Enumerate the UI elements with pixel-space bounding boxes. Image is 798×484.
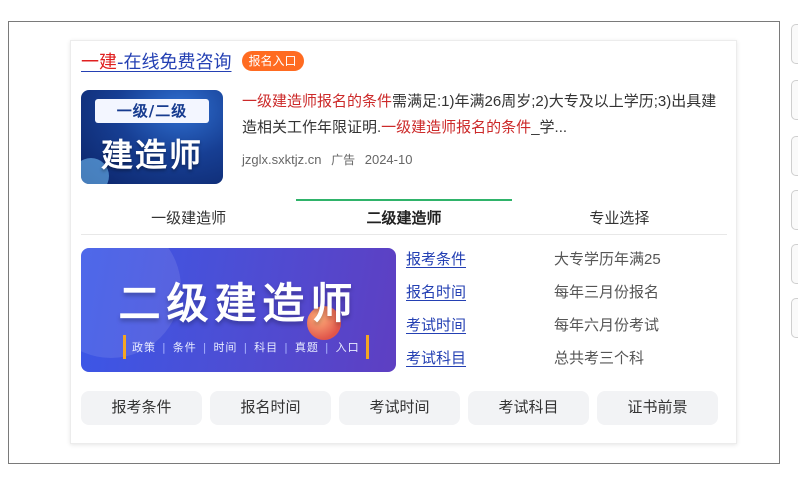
registration-time-button[interactable]: 报名时间 xyxy=(210,391,331,425)
conditions-button[interactable]: 报考条件 xyxy=(81,391,202,425)
banner-tag: 时间 xyxy=(213,341,238,354)
quick-button-row: 报考条件 报名时间 考试时间 考试科目 证书前景 xyxy=(81,391,718,425)
banner-tag: 入口 xyxy=(335,341,360,354)
desc-text-tail: _学... xyxy=(531,119,568,136)
banner-tag: 科目 xyxy=(254,341,279,354)
desc-keyword: 一级建造师报名的条件 xyxy=(242,93,393,110)
desc-keyword: 一级建造师报名的条件 xyxy=(381,119,532,136)
info-link-registration-time[interactable]: 报名时间 xyxy=(406,284,466,301)
info-link-conditions[interactable]: 报考条件 xyxy=(406,251,466,268)
exam-time-button[interactable]: 考试时间 xyxy=(339,391,460,425)
banner-headline: 二级建造师 xyxy=(118,279,359,328)
info-link-exam-time[interactable]: 考试时间 xyxy=(406,317,466,334)
ad-title-row: 一建-在线免费咨询 报名入口 xyxy=(81,48,304,74)
thumbnail-title-text: 建造师 xyxy=(100,136,203,174)
side-tab[interactable] xyxy=(791,244,798,284)
info-value: 每年六月份考试 xyxy=(554,317,660,334)
ad-thumbnail-image[interactable]: 一级/二级 建造师 xyxy=(81,90,223,184)
side-tab[interactable] xyxy=(791,190,798,230)
ad-title-text: -在线免费咨询 xyxy=(117,52,232,73)
banner-tag: 真题 xyxy=(294,341,319,354)
tab-level-2[interactable]: 二级建造师 xyxy=(296,199,512,234)
side-tab[interactable] xyxy=(791,136,798,176)
side-tab[interactable] xyxy=(791,80,798,120)
register-entry-badge[interactable]: 报名入口 xyxy=(241,51,304,71)
info-value-column: 大专学历年满25 每年三月份报名 每年六月份考试 总共考三个科 xyxy=(554,250,661,382)
ad-date: 2024-10 xyxy=(364,152,413,167)
career-prospects-button[interactable]: 证书前景 xyxy=(597,391,718,425)
side-tab[interactable] xyxy=(791,24,798,64)
banner-tag-strip: 政策 | 条件 | 时间 | 科目 | 真题 | 入口 xyxy=(123,335,369,359)
info-value: 大专学历年满25 xyxy=(554,251,661,268)
ad-label: 广告 xyxy=(331,153,356,167)
info-value: 总共考三个科 xyxy=(554,350,645,367)
thumbnail-level-text: 一级/二级 xyxy=(95,99,209,123)
banner-tag: 政策 xyxy=(132,341,156,354)
ad-domain[interactable]: jzglx.sxktjz.cn xyxy=(242,152,321,167)
ad-card: 一建-在线免费咨询 报名入口 一级/二级 建造师 一级建造师报名的条件需满足:1… xyxy=(70,40,737,444)
ad-title-link[interactable]: 一建-在线免费咨询 xyxy=(81,48,232,74)
category-tabs: 一级建造师 二级建造师 专业选择 xyxy=(81,199,727,235)
tab-level-1[interactable]: 一级建造师 xyxy=(81,199,296,234)
promo-banner[interactable]: 二级建造师 政策 | 条件 | 时间 | 科目 | 真题 | 入口 xyxy=(81,248,396,372)
info-value: 每年三月份报名 xyxy=(554,284,660,301)
ad-title-highlight: 一建 xyxy=(81,52,117,73)
banner-tag: 条件 xyxy=(172,341,197,354)
exam-subjects-button[interactable]: 考试科目 xyxy=(468,391,589,425)
ad-meta: jzglx.sxktjz.cn 广告 2024-10 xyxy=(242,151,418,168)
side-tab[interactable] xyxy=(791,298,798,338)
tab-specialty[interactable]: 专业选择 xyxy=(512,199,727,234)
info-link-column: 报考条件 报名时间 考试时间 考试科目 xyxy=(406,250,466,382)
ad-description: 一级建造师报名的条件需满足:1)年满26周岁;2)大专及以上学历;3)出具建造相… xyxy=(242,89,717,141)
info-link-exam-subjects[interactable]: 考试科目 xyxy=(406,350,466,367)
